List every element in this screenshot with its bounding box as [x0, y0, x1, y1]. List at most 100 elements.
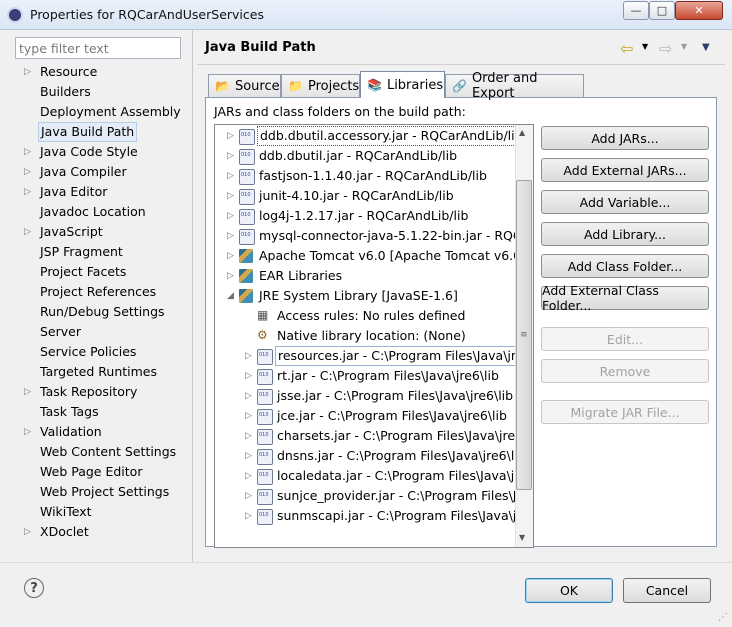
nav-item[interactable]: Web Project Settings [14, 482, 190, 502]
pane-divider[interactable] [192, 30, 193, 562]
tree-row[interactable]: ▷ resources.jar - C:\Program Files\Java\j… [215, 346, 533, 366]
tab-source[interactable]: 📂 Source [208, 74, 281, 97]
nav-item[interactable]: ▷ Validation [14, 422, 190, 442]
title-bar[interactable]: Properties for RQCarAndUserServices — □ … [0, 0, 732, 30]
tree-row[interactable]: ◢ JRE System Library [JavaSE-1.6] [215, 286, 533, 306]
tree-row[interactable]: ▷ Apache Tomcat v6.0 [Apache Tomcat v6.0] [215, 246, 533, 266]
expand-arrow-icon[interactable]: ▷ [24, 522, 34, 542]
add-library-button[interactable]: Add Library... [541, 222, 709, 246]
back-arrow-icon[interactable]: ⇦ [620, 39, 633, 58]
close-button[interactable]: ✕ [675, 1, 723, 20]
nav-item[interactable]: ▷ Java Code Style [14, 142, 190, 162]
expand-arrow-icon[interactable]: ▷ [227, 226, 237, 246]
expand-arrow-icon[interactable]: ▷ [227, 126, 237, 146]
scroll-down-icon[interactable]: ▼ [519, 533, 525, 542]
migrate-jar-file-button[interactable]: Migrate JAR File... [541, 400, 709, 424]
expand-arrow-icon[interactable]: ▷ [227, 166, 237, 186]
tree-row[interactable]: ⚙ Native library location: (None) [215, 326, 533, 346]
nav-item[interactable]: JSP Fragment [14, 242, 190, 262]
expand-arrow-icon[interactable]: ▷ [227, 206, 237, 226]
tree-row[interactable]: ▷ EAR Libraries [215, 266, 533, 286]
tree-row[interactable]: ▷ jsse.jar - C:\Program Files\Java\jre6\l… [215, 386, 533, 406]
expand-arrow-icon[interactable]: ▷ [245, 446, 255, 466]
add-class-folder-button[interactable]: Add Class Folder... [541, 254, 709, 278]
tree-row[interactable]: ▷ ddb.dbutil.accessory.jar - RQCarAndLib/… [215, 126, 533, 146]
nav-item[interactable]: Java Build Path [14, 122, 190, 142]
add-variable-button[interactable]: Add Variable... [541, 190, 709, 214]
expand-arrow-icon[interactable]: ▷ [245, 366, 255, 386]
nav-item[interactable]: Deployment Assembly [14, 102, 190, 122]
expand-arrow-icon[interactable]: ▷ [24, 222, 34, 242]
expand-arrow-icon[interactable]: ▷ [245, 426, 255, 446]
expand-arrow-icon[interactable]: ▷ [245, 466, 255, 486]
expand-arrow-icon[interactable]: ▷ [227, 266, 237, 286]
expand-arrow-icon[interactable]: ▷ [245, 346, 255, 366]
filter-input[interactable] [15, 37, 181, 59]
nav-item[interactable]: Service Policies [14, 342, 190, 362]
nav-item[interactable]: ▷ JavaScript [14, 222, 190, 242]
nav-item[interactable]: Server [14, 322, 190, 342]
expand-arrow-icon[interactable]: ▷ [227, 186, 237, 206]
expand-arrow-icon[interactable]: ▷ [245, 406, 255, 426]
maximize-button[interactable]: □ [649, 1, 675, 20]
nav-item[interactable]: ▷ Java Editor [14, 182, 190, 202]
nav-item[interactable]: Project References [14, 282, 190, 302]
expand-arrow-icon[interactable]: ▷ [24, 142, 34, 162]
tree-row[interactable]: ▷ mysql-connector-java-5.1.22-bin.jar - R… [215, 226, 533, 246]
tab-projects[interactable]: 📁 Projects [281, 74, 360, 97]
expand-arrow-icon[interactable]: ▷ [24, 182, 34, 202]
forward-arrow-icon[interactable]: ⇨ [659, 39, 672, 58]
tab-order-and-export[interactable]: 🔗 Order and Export [445, 71, 584, 101]
add-external-jars-button[interactable]: Add External JARs... [541, 158, 709, 182]
tree-row[interactable]: ▷ sunjce_provider.jar - C:\Program Files\… [215, 486, 533, 506]
expand-arrow-icon[interactable]: ▷ [245, 486, 255, 506]
view-menu-icon[interactable]: ▼ [702, 42, 710, 53]
nav-item[interactable]: WikiText [14, 502, 190, 522]
expand-arrow-icon[interactable]: ▷ [245, 506, 255, 526]
expand-arrow-icon[interactable]: ▷ [227, 246, 237, 266]
ok-button[interactable]: OK [525, 578, 613, 603]
expand-arrow-icon[interactable]: ▷ [24, 422, 34, 442]
cancel-button[interactable]: Cancel [623, 578, 711, 603]
tree-row[interactable]: ▷ log4j-1.2.17.jar - RQCarAndLib/lib [215, 206, 533, 226]
nav-item[interactable]: Javadoc Location [14, 202, 190, 222]
nav-item[interactable]: ▷ Java Compiler [14, 162, 190, 182]
add-external-class-folder-button[interactable]: Add External Class Folder... [541, 283, 709, 313]
nav-item[interactable]: Web Content Settings [14, 442, 190, 462]
tree-row[interactable]: ▦ Access rules: No rules defined [215, 306, 533, 326]
expand-arrow-icon[interactable]: ▷ [245, 386, 255, 406]
tree-row[interactable]: ▷ ddb.dbutil.jar - RQCarAndLib/lib [215, 146, 533, 166]
build-path-tree[interactable]: ▷ ddb.dbutil.accessory.jar - RQCarAndLib/… [214, 124, 534, 548]
expand-arrow-icon[interactable]: ▷ [24, 62, 34, 82]
add-jars-button[interactable]: Add JARs... [541, 126, 709, 150]
tree-row[interactable]: ▷ junit-4.10.jar - RQCarAndLib/lib [215, 186, 533, 206]
minimize-button[interactable]: — [623, 1, 649, 20]
back-history-dropdown-icon[interactable]: ▼ [642, 42, 648, 51]
tree-row[interactable]: ▷ rt.jar - C:\Program Files\Java\jre6\lib [215, 366, 533, 386]
tree-row[interactable]: ▷ sunmscapi.jar - C:\Program Files\Java\j… [215, 506, 533, 526]
remove-button[interactable]: Remove [541, 359, 709, 383]
nav-item[interactable]: Web Page Editor [14, 462, 190, 482]
nav-item[interactable]: ▷ Resource [14, 62, 190, 82]
scroll-up-icon[interactable]: ▲ [519, 128, 525, 137]
tree-row[interactable]: ▷ localedata.jar - C:\Program Files\Java\… [215, 466, 533, 486]
nav-item[interactable]: ▷ Task Repository [14, 382, 190, 402]
nav-item[interactable]: Run/Debug Settings [14, 302, 190, 322]
nav-item[interactable]: Task Tags [14, 402, 190, 422]
tree-row[interactable]: ▷ dnsns.jar - C:\Program Files\Java\jre6\… [215, 446, 533, 466]
nav-item[interactable]: Builders [14, 82, 190, 102]
edit-button[interactable]: Edit... [541, 327, 709, 351]
expand-arrow-icon[interactable]: ▷ [24, 382, 34, 402]
expand-arrow-icon[interactable]: ▷ [227, 146, 237, 166]
nav-item[interactable]: ▷ XDoclet [14, 522, 190, 542]
nav-item[interactable]: Targeted Runtimes [14, 362, 190, 382]
tree-row[interactable]: ▷ jce.jar - C:\Program Files\Java\jre6\li… [215, 406, 533, 426]
nav-item[interactable]: Project Facets [14, 262, 190, 282]
tree-row[interactable]: ▷ charsets.jar - C:\Program Files\Java\jr… [215, 426, 533, 446]
tree-row[interactable]: ▷ fastjson-1.1.40.jar - RQCarAndLib/lib [215, 166, 533, 186]
tab-libraries[interactable]: 📚 Libraries [360, 71, 445, 98]
resize-grip-icon[interactable]: ⋰ [718, 612, 728, 623]
expand-arrow-icon[interactable]: ▷ [24, 162, 34, 182]
help-icon[interactable]: ? [24, 578, 44, 598]
forward-history-dropdown-icon[interactable]: ▼ [681, 42, 687, 51]
